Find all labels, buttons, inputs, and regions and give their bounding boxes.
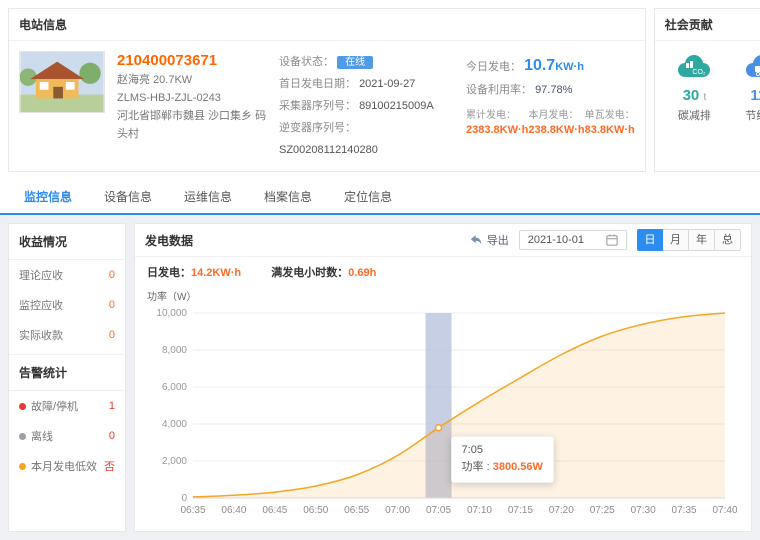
social-panel-title: 社会贡献 xyxy=(655,9,760,41)
social-contribution-panel: 社会贡献 CO₂ 30 t 碳减排 11 t 节约煤 xyxy=(654,8,760,172)
low-efficiency-dot-icon xyxy=(19,463,26,470)
x-tick-label: 06:55 xyxy=(344,505,369,516)
tab-monitor-info[interactable]: 监控信息 xyxy=(8,180,88,213)
co2-value: 30 t xyxy=(661,87,728,104)
y-tick-label: 0 xyxy=(181,493,187,504)
power-area-chart: 0 2,000 4,000 6,000 8,000 10,000 06:35 06:40 06:… xyxy=(147,305,737,520)
station-photo xyxy=(19,51,105,113)
y-tick-label: 6,000 xyxy=(162,382,187,393)
x-tick-label: 06:45 xyxy=(262,505,287,516)
list-item-fault-stop: 故障/停机 1 xyxy=(9,391,125,421)
utilization-value: 97.78% xyxy=(535,84,572,96)
range-segmented-control: 日 月 年 总 xyxy=(637,229,741,251)
x-tick-label: 07:25 xyxy=(590,505,615,516)
x-tick-label: 07:05 xyxy=(426,505,451,516)
export-button[interactable]: 导出 xyxy=(470,232,509,248)
status-badge: 在线 xyxy=(337,56,373,69)
power-chart[interactable]: 0 2,000 4,000 6,000 8,000 10,000 06:35 06:40 06:… xyxy=(147,305,739,523)
chart-header: 发电数据 导出 2021-10-01 xyxy=(135,224,751,257)
tab-location-info[interactable]: 定位信息 xyxy=(328,180,408,213)
month-generation-stat: 本月发电： 238.8KW·h xyxy=(528,106,584,136)
co2-reduction-item: CO₂ 30 t 碳减排 xyxy=(661,53,728,123)
per-watt-generation-stat: 单瓦发电： 83.8KW·h xyxy=(585,106,635,136)
alarm-section-title: 告警统计 xyxy=(9,354,125,391)
x-tick-label: 06:50 xyxy=(303,505,328,516)
hover-marker xyxy=(436,425,442,431)
chart-body: 日发电：14.2KW·h 满发电小时数：0.69h 功率（W） 0 2,000 4,… xyxy=(135,257,751,531)
y-tick-label: 4,000 xyxy=(162,419,187,430)
range-month-button[interactable]: 月 xyxy=(663,229,689,251)
date-picker[interactable]: 2021-10-01 xyxy=(519,230,627,250)
generation-stats-line: 日发电：14.2KW·h 满发电小时数：0.69h xyxy=(147,264,739,280)
summary-sidebar: 收益情况 理论应收 0 监控应收 0 实际收款 0 告警统计 故障/停机 1 离… xyxy=(8,223,126,532)
x-tick-label: 06:35 xyxy=(180,505,205,516)
total-generation-stat: 累计发电： 2383.8KW·h xyxy=(466,106,528,136)
station-owner: 赵海亮 20.7KW xyxy=(117,71,267,89)
today-generation-value: 10.7 xyxy=(524,57,555,74)
coal-value: 11 t xyxy=(728,87,760,104)
chart-panel-title: 发电数据 xyxy=(145,232,193,249)
collector-serial-row: 采集器序列号： 89100215009A xyxy=(279,95,454,117)
main-tabbar: 监控信息 设备信息 运维信息 档案信息 定位信息 xyxy=(0,180,760,215)
tab-device-info[interactable]: 设备信息 xyxy=(88,180,168,213)
offline-dot-icon xyxy=(19,433,26,440)
export-icon xyxy=(470,234,483,246)
svg-text:CO₂: CO₂ xyxy=(693,69,707,76)
top-section: 电站信息 210400073671 赵海亮 20.7KW ZLMS-HBJ-ZJ… xyxy=(0,0,760,178)
coal-saving-item: 11 t 节约煤 xyxy=(728,53,760,123)
y-tick-label: 2,000 xyxy=(162,456,187,467)
fault-dot-icon xyxy=(19,403,26,410)
station-panel-title: 电站信息 xyxy=(9,9,645,41)
station-code: ZLMS-HBJ-ZJL-0243 xyxy=(117,89,267,107)
x-tick-label: 07:40 xyxy=(712,505,737,516)
list-item-monitored-income: 监控应收 0 xyxy=(9,290,125,320)
lower-section: 收益情况 理论应收 0 监控应收 0 实际收款 0 告警统计 故障/停机 1 离… xyxy=(0,215,760,540)
device-status-row: 设备状态： 在线 xyxy=(279,51,454,73)
inverter-serial-row: 逆变器序列号： SZ00208112140280 xyxy=(279,117,454,161)
y-tick-label: 10,000 xyxy=(156,308,187,319)
x-tick-label: 07:30 xyxy=(631,505,656,516)
y-tick-label: 8,000 xyxy=(162,345,187,356)
range-year-button[interactable]: 年 xyxy=(689,229,715,251)
co2-cloud-icon: CO₂ xyxy=(673,53,715,81)
station-info-panel: 电站信息 210400073671 赵海亮 20.7KW ZLMS-HBJ-ZJ… xyxy=(8,8,646,172)
today-generation-row: 今日发电： 10.7KW·h xyxy=(466,51,635,81)
first-generation-row: 首日发电日期： 2021-09-27 xyxy=(279,73,454,95)
co2-label: 碳减排 xyxy=(661,107,728,123)
y-axis-title: 功率（W） xyxy=(147,288,739,303)
generation-stats-row: 累计发电： 2383.8KW·h 本月发电： 238.8KW·h 单瓦发电： 8… xyxy=(466,106,635,136)
x-tick-label: 07:20 xyxy=(549,505,574,516)
x-tick-label: 07:15 xyxy=(508,505,533,516)
station-address: 河北省邯郸市魏县 沙口集乡 码头村 xyxy=(117,107,267,143)
list-item-theoretical-income: 理论应收 0 xyxy=(9,260,125,290)
coal-truck-cloud-icon xyxy=(741,53,760,81)
utilization-row: 设备利用率： 97.78% xyxy=(466,81,635,97)
income-section-title: 收益情况 xyxy=(9,224,125,260)
area-fill xyxy=(193,313,725,498)
date-value: 2021-10-01 xyxy=(528,234,584,246)
tab-archive-info[interactable]: 档案信息 xyxy=(248,180,328,213)
x-tick-label: 06:40 xyxy=(221,505,246,516)
station-fields: 设备状态： 在线 首日发电日期： 2021-09-27 采集器序列号： 8910… xyxy=(279,51,454,161)
coal-label: 节约煤 xyxy=(728,107,760,123)
range-day-button[interactable]: 日 xyxy=(637,229,663,251)
full-hours-value: 0.69h xyxy=(348,267,376,279)
station-id: 210400073671 xyxy=(117,51,267,71)
x-tick-label: 07:10 xyxy=(467,505,492,516)
calendar-icon xyxy=(606,234,618,246)
station-identity: 210400073671 赵海亮 20.7KW ZLMS-HBJ-ZJL-024… xyxy=(117,51,267,161)
list-item-offline: 离线 0 xyxy=(9,421,125,451)
list-item-low-efficiency: 本月发电低效 否 xyxy=(9,451,125,481)
x-tick-label: 07:35 xyxy=(672,505,697,516)
list-item-actual-income: 实际收款 0 xyxy=(9,320,125,350)
generation-data-panel: 发电数据 导出 2021-10-01 xyxy=(134,223,752,532)
range-total-button[interactable]: 总 xyxy=(715,229,741,251)
station-generation-summary: 今日发电： 10.7KW·h 设备利用率： 97.78% 累计发电： 2383.… xyxy=(466,51,635,161)
day-generation-value: 14.2KW·h xyxy=(191,267,241,279)
x-tick-label: 07:00 xyxy=(385,505,410,516)
tab-ops-info[interactable]: 运维信息 xyxy=(168,180,248,213)
